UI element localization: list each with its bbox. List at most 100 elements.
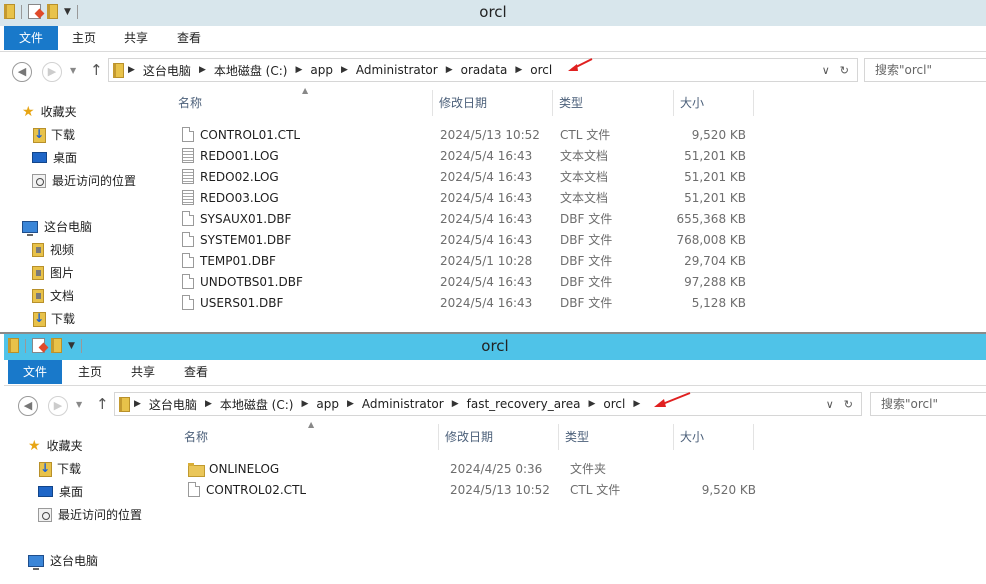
sidebar-item-label: 下载 — [57, 462, 82, 476]
chevron-right-icon[interactable]: ▶ — [337, 65, 352, 75]
breadcrumb-app[interactable]: app — [306, 63, 337, 77]
breadcrumb-local-disk[interactable]: 本地磁盘 (C:) — [216, 396, 298, 413]
file-name-cell: SYSTEM01.DBF — [182, 232, 291, 247]
file-row[interactable]: TEMP01.DBF 2024/5/1 10:28 DBF 文件 29,704 KB — [164, 250, 754, 271]
file-name-cell: TEMP01.DBF — [182, 253, 276, 268]
up-arrow-icon[interactable]: ↑ — [96, 395, 109, 413]
sidebar-item-desktop[interactable]: 桌面 — [38, 483, 83, 500]
file-icon — [182, 127, 194, 142]
computer-icon — [22, 220, 38, 236]
sidebar-item-documents[interactable]: 文档 — [32, 287, 74, 304]
file-row[interactable]: SYSAUX01.DBF 2024/5/4 16:43 DBF 文件 655,368 … — [164, 208, 754, 229]
file-row[interactable]: CONTROL01.CTL 2024/5/13 10:52 CTL 文件 9,520 … — [164, 124, 754, 145]
up-arrow-icon[interactable]: ↑ — [90, 61, 103, 79]
sidebar-item-videos[interactable]: 视频 — [32, 241, 74, 258]
chevron-right-icon[interactable]: ▶ — [629, 399, 644, 409]
breadcrumb-fast-recovery-area[interactable]: fast_recovery_area — [463, 397, 585, 411]
tab-view[interactable]: 查看 — [169, 26, 209, 50]
column-header-size[interactable]: 大小 — [674, 90, 754, 116]
explorer-window-oradata: ▼ orcl 文件 主页 共享 查看 ◀ ▶ ▼ ↑ ▶ 这台电脑 ▶ 本地磁盘… — [0, 0, 986, 332]
tab-home[interactable]: 主页 — [70, 360, 110, 384]
tab-share[interactable]: 共享 — [123, 360, 163, 384]
sidebar-item-favorites[interactable]: ★ 收藏夹 — [22, 103, 77, 120]
chevron-right-icon[interactable]: ▶ — [291, 65, 306, 75]
breadcrumb-app[interactable]: app — [312, 397, 343, 411]
tab-file[interactable]: 文件 — [8, 360, 62, 384]
file-row[interactable]: CONTROL02.CTL 2024/5/13 10:52 CTL 文件 9,520 … — [170, 479, 760, 500]
chevron-right-icon[interactable]: ▶ — [442, 65, 457, 75]
refresh-icon[interactable]: ↻ — [844, 398, 853, 411]
back-button[interactable]: ◀ — [12, 62, 32, 82]
window-title: orcl — [479, 3, 507, 21]
file-date: 2024/5/13 10:52 — [440, 127, 540, 142]
file-type: DBF 文件 — [560, 212, 613, 226]
chevron-right-icon[interactable]: ▶ — [201, 399, 216, 409]
column-header-date[interactable]: 修改日期 — [433, 90, 553, 116]
forward-button[interactable]: ▶ — [48, 396, 68, 416]
sidebar-item-label: 文档 — [50, 289, 75, 303]
column-header-date[interactable]: 修改日期 — [439, 424, 559, 450]
sidebar-item-downloads[interactable]: 下载 — [32, 126, 75, 143]
folder-icon — [113, 62, 124, 78]
sidebar-item-favorites[interactable]: ★ 收藏夹 — [28, 437, 83, 454]
column-header-type[interactable]: 类型 — [559, 424, 674, 450]
forward-button[interactable]: ▶ — [42, 62, 62, 82]
chevron-right-icon[interactable]: ▶ — [130, 399, 145, 409]
sidebar-item-recent[interactable]: 最近访问的位置 — [38, 506, 142, 523]
sidebar-item-desktop[interactable]: 桌面 — [32, 149, 77, 166]
tab-home[interactable]: 主页 — [64, 26, 104, 50]
tab-view[interactable]: 查看 — [176, 360, 216, 384]
breadcrumb-administrator[interactable]: Administrator — [352, 63, 442, 77]
chevron-right-icon[interactable]: ▶ — [511, 65, 526, 75]
chevron-right-icon[interactable]: ▶ — [297, 399, 312, 409]
breadcrumb-orcl[interactable]: orcl — [526, 63, 556, 77]
address-bar[interactable]: ▶ 这台电脑 ▶ 本地磁盘 (C:) ▶ app ▶ Administrator… — [108, 58, 858, 82]
column-header-name[interactable]: 名称 — [178, 424, 439, 450]
chevron-right-icon[interactable]: ▶ — [448, 399, 463, 409]
tab-share[interactable]: 共享 — [116, 26, 156, 50]
tab-file[interactable]: 文件 — [4, 26, 58, 50]
column-header-size[interactable]: 大小 — [674, 424, 754, 450]
recent-locations-dropdown[interactable]: ▼ — [76, 400, 82, 409]
breadcrumb-orcl[interactable]: orcl — [599, 397, 629, 411]
file-icon — [182, 211, 194, 226]
breadcrumb-administrator[interactable]: Administrator — [358, 397, 448, 411]
sidebar-item-this-pc[interactable]: 这台电脑 — [28, 552, 99, 570]
sidebar-item-recent[interactable]: 最近访问的位置 — [32, 172, 136, 189]
download-folder-icon — [38, 461, 52, 477]
file-row[interactable]: REDO02.LOG 2024/5/4 16:43 文本文档 51,201 KB — [164, 166, 754, 187]
column-header-name[interactable]: 名称 — [172, 90, 433, 116]
search-input[interactable]: 搜索"orcl" — [864, 58, 986, 82]
chevron-right-icon[interactable]: ▶ — [195, 65, 210, 75]
refresh-icon[interactable]: ↻ — [840, 64, 849, 77]
column-header-type[interactable]: 类型 — [553, 90, 674, 116]
breadcrumb-this-pc[interactable]: 这台电脑 — [139, 62, 195, 79]
recent-locations-dropdown[interactable]: ▼ — [70, 66, 76, 75]
file-row[interactable]: UNDOTBS01.DBF 2024/5/4 16:43 DBF 文件 97,288 … — [164, 271, 754, 292]
chevron-right-icon[interactable]: ▶ — [343, 399, 358, 409]
file-date: 2024/5/4 16:43 — [440, 169, 533, 184]
sidebar-item-label: 这台电脑 — [50, 554, 99, 568]
chevron-right-icon[interactable]: ▶ — [124, 65, 139, 75]
file-row[interactable]: REDO01.LOG 2024/5/4 16:43 文本文档 51,201 KB — [164, 145, 754, 166]
back-button[interactable]: ◀ — [18, 396, 38, 416]
address-dropdown-icon[interactable]: ∨ — [822, 64, 830, 77]
file-size: 51,201 KB — [684, 190, 746, 205]
search-input[interactable]: 搜索"orcl" — [870, 392, 986, 416]
file-row[interactable]: USERS01.DBF 2024/5/4 16:43 DBF 文件 5,128 KB — [164, 292, 754, 313]
sidebar-item-pictures[interactable]: 图片 — [32, 264, 74, 281]
file-row[interactable]: ONLINELOG 2024/4/25 0:36 文件夹 — [170, 458, 760, 479]
file-list: ▲ 名称 修改日期 类型 大小 CONTROL01.CTL 2024/5/13 1… — [164, 86, 764, 330]
breadcrumb-this-pc[interactable]: 这台电脑 — [145, 396, 201, 413]
file-row[interactable]: REDO03.LOG 2024/5/4 16:43 文本文档 51,201 KB — [164, 187, 754, 208]
breadcrumb-oradata[interactable]: oradata — [457, 63, 512, 77]
chevron-right-icon[interactable]: ▶ — [584, 399, 599, 409]
sidebar-item-downloads[interactable]: 下载 — [38, 460, 81, 477]
sidebar-item-this-pc[interactable]: 这台电脑 — [22, 218, 92, 236]
breadcrumb-local-disk[interactable]: 本地磁盘 (C:) — [210, 62, 292, 79]
address-dropdown-icon[interactable]: ∨ — [826, 398, 834, 411]
address-bar[interactable]: ▶ 这台电脑 ▶ 本地磁盘 (C:) ▶ app ▶ Administrator… — [114, 392, 862, 416]
file-row[interactable]: SYSTEM01.DBF 2024/5/4 16:43 DBF 文件 768,008 … — [164, 229, 754, 250]
file-name: CONTROL01.CTL — [200, 127, 301, 142]
sidebar-item-downloads-2[interactable]: 下载 — [32, 310, 75, 327]
